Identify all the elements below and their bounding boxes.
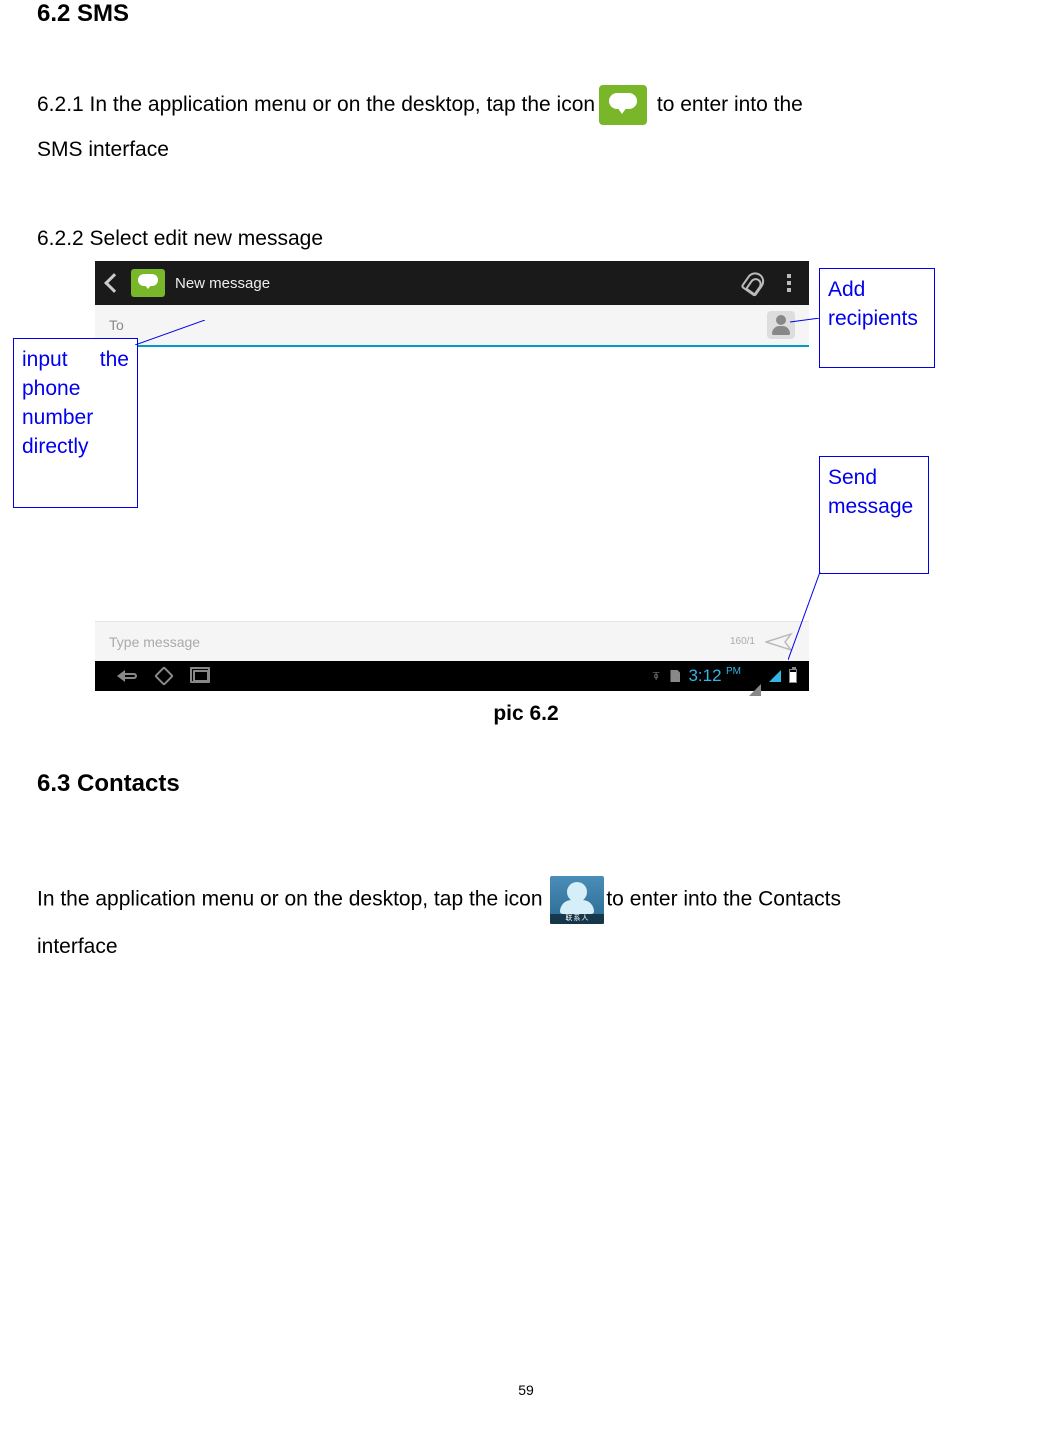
message-input[interactable]: Type message (109, 634, 730, 650)
heading-sms: 6.2 SMS (37, 0, 129, 28)
callout-input-phone: input the phone number directly (13, 338, 138, 508)
usb-icon: ⍕ (652, 669, 662, 683)
callout-text: Add (828, 275, 926, 304)
sms-app-icon (599, 85, 647, 125)
nav-home-icon[interactable] (154, 666, 174, 686)
battery-icon (789, 669, 797, 683)
callout-text: message (828, 492, 920, 521)
char-counter: 160/1 (730, 636, 755, 647)
attach-icon[interactable] (740, 269, 767, 297)
clock-time: 3:12 (688, 666, 721, 685)
status-clock: 3:12 PM (688, 666, 741, 686)
system-nav-bar: ⍕ 3:12 PM (95, 661, 809, 691)
add-recipient-button[interactable] (767, 311, 795, 339)
sms-title-icon (131, 269, 165, 297)
callout-text: number (22, 403, 129, 432)
send-button[interactable] (765, 631, 795, 653)
screen-title: New message (175, 275, 745, 292)
title-bar: New message (95, 261, 809, 305)
text-621-prefix: 6.2.1 In the application menu or on the … (37, 93, 595, 116)
back-icon[interactable] (104, 273, 124, 293)
overflow-menu-icon[interactable] (787, 271, 791, 295)
clock-ampm: PM (726, 666, 741, 677)
callout-text: Send (828, 463, 920, 492)
callout-text: the (100, 345, 129, 374)
sms-screenshot: New message To Type message 160/1 ⍕ (95, 261, 809, 691)
callout-text: phone (22, 374, 129, 403)
paragraph-622: 6.2.2 Select edit new message (37, 227, 323, 251)
nav-back-icon[interactable] (117, 670, 135, 682)
callout-send-message: Send message (819, 456, 929, 574)
recipient-input[interactable] (124, 305, 767, 345)
signal-2-icon (769, 670, 781, 682)
text-contacts-prefix: In the application menu or on the deskto… (37, 888, 548, 911)
to-label: To (109, 317, 124, 333)
contacts-icon-label: 联系人 (550, 914, 604, 924)
message-body-area (95, 347, 809, 621)
heading-contacts: 6.3 Contacts (37, 770, 180, 798)
nav-recent-icon[interactable] (193, 670, 209, 682)
callout-add-recipients: Add recipients (819, 268, 935, 368)
paragraph-621: 6.2.1 In the application menu or on the … (37, 82, 817, 172)
paragraph-contacts: In the application menu or on the deskto… (37, 876, 857, 969)
figure-caption: pic 6.2 (0, 702, 1052, 726)
callout-text: input (22, 345, 68, 374)
to-row: To (95, 305, 809, 347)
contacts-app-icon: 联系人 (550, 876, 604, 924)
page-number: 59 (0, 1382, 1052, 1398)
signal-1-icon (749, 667, 761, 696)
callout-text: directly (22, 432, 129, 461)
callout-text: recipients (828, 304, 926, 333)
compose-row: Type message 160/1 (95, 621, 809, 661)
sd-icon (670, 670, 680, 682)
